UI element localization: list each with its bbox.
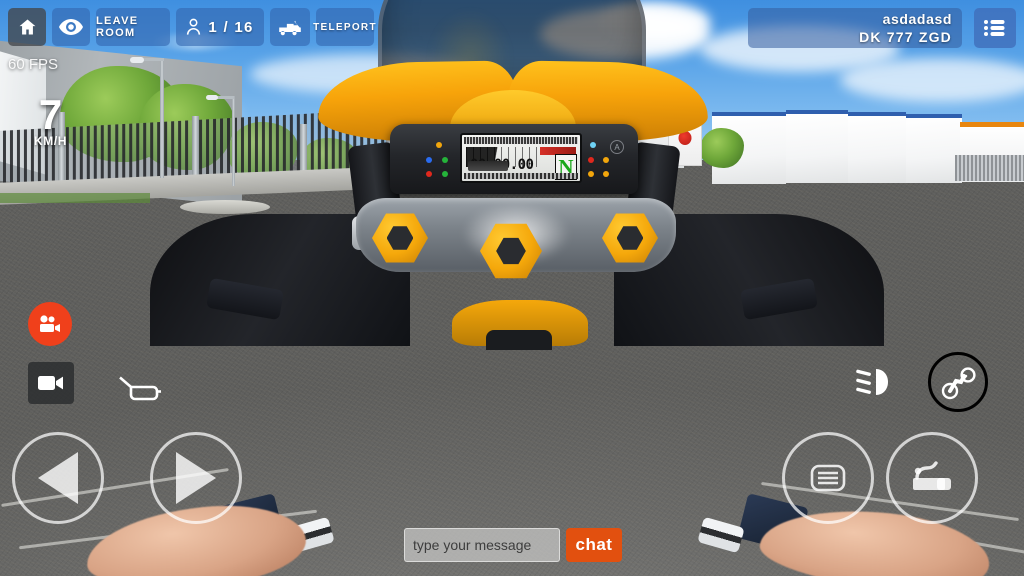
camera-button[interactable] xyxy=(28,362,74,404)
speed-value: 7 xyxy=(38,91,63,138)
triangle-left-icon xyxy=(38,452,78,504)
steer-right-button[interactable] xyxy=(150,432,242,524)
steer-left-button[interactable] xyxy=(12,432,104,524)
camera-icon xyxy=(37,374,65,392)
record-button[interactable] xyxy=(28,302,72,346)
player-plate-box: asdadasd DK 777 ZGD xyxy=(748,8,962,48)
game-screen: THE TRIAL STUDIO xyxy=(0,0,1024,576)
headlight-button[interactable] xyxy=(852,364,904,400)
player-plate: DK 777 ZGD xyxy=(859,29,952,45)
tow-truck-button[interactable] xyxy=(270,8,310,46)
horn-icon xyxy=(117,374,163,404)
player-name: asdadasd xyxy=(882,11,952,27)
teleport-button[interactable]: TELEPORT xyxy=(313,8,377,46)
motorcycle-wheelie-icon xyxy=(937,362,979,402)
menu-button[interactable] xyxy=(974,8,1016,48)
chat-send-button[interactable]: chat xyxy=(566,528,622,562)
horn-button[interactable] xyxy=(116,372,164,406)
eye-icon xyxy=(59,18,83,36)
home-button[interactable] xyxy=(8,8,46,46)
speedometer: 7 KM/H xyxy=(34,91,68,149)
tow-truck-icon xyxy=(277,18,303,36)
chat-input[interactable] xyxy=(404,528,560,562)
player-count-button[interactable]: 1 / 16 xyxy=(176,8,264,46)
leave-room-label: LEAVE ROOM xyxy=(96,15,139,39)
hud-overlay: LEAVE ROOM 1 / 16 TELEPORT asdadasd DK 7… xyxy=(0,0,1024,576)
wheelie-button[interactable] xyxy=(928,352,988,412)
person-icon xyxy=(186,18,201,36)
list-menu-icon xyxy=(983,18,1007,38)
player-count-label: 1 / 16 xyxy=(208,18,254,36)
throttle-grip-icon xyxy=(907,456,957,500)
brake-pedal-icon xyxy=(805,455,851,501)
home-icon xyxy=(17,17,38,37)
brake-button[interactable] xyxy=(782,432,874,524)
speed-unit: KM/H xyxy=(34,134,68,148)
fps-counter: 60 FPS xyxy=(8,56,59,73)
triangle-right-icon xyxy=(176,452,216,504)
throttle-button[interactable] xyxy=(886,432,978,524)
chat-bar: chat xyxy=(404,528,622,562)
view-toggle-button[interactable] xyxy=(52,8,90,46)
video-record-icon xyxy=(37,314,63,334)
headlight-icon xyxy=(854,367,902,397)
leave-room-button[interactable]: LEAVE ROOM xyxy=(96,8,170,46)
teleport-label: TELEPORT xyxy=(313,21,377,33)
